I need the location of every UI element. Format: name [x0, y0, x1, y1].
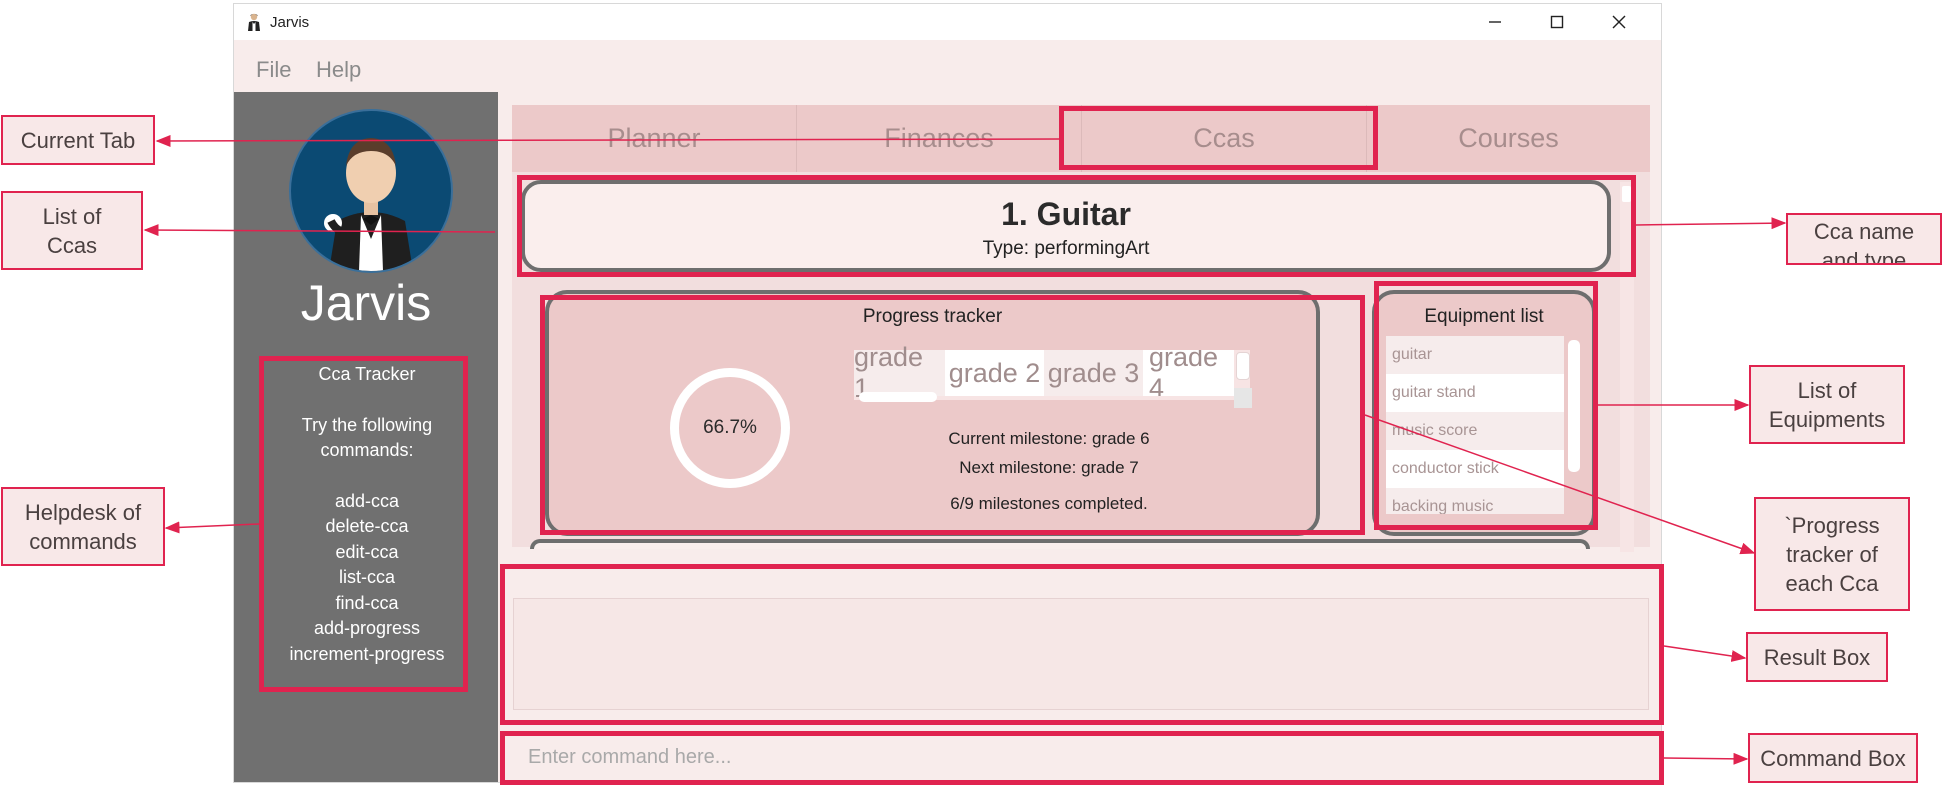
next-cca-card-edge	[530, 539, 1590, 549]
highlight-equipment-list	[1374, 281, 1598, 530]
minimize-button[interactable]	[1464, 4, 1526, 40]
tab-planner[interactable]: Planner	[512, 105, 796, 172]
tab-courses[interactable]: Courses	[1367, 105, 1650, 172]
callout-line: Ccas	[46, 232, 98, 258]
close-icon	[1612, 15, 1626, 29]
callout-line: List of	[1797, 377, 1857, 403]
window-title: Jarvis	[270, 14, 310, 31]
callout-line: Equipments	[1768, 406, 1886, 432]
app-name: Jarvis	[300, 275, 432, 331]
butler-avatar-icon	[324, 138, 413, 271]
highlight-result-box	[500, 564, 1664, 725]
callout-line: tracker of	[1786, 541, 1878, 567]
callout-list-of-ccas: List of Ccas	[1, 191, 143, 270]
callout-result-box: Result Box	[1746, 632, 1888, 682]
maximize-button[interactable]	[1526, 4, 1588, 40]
callout-line: and type	[1821, 248, 1907, 265]
minimize-icon	[1489, 21, 1501, 23]
callout-helpdesk: Helpdesk of commands	[1, 487, 165, 566]
menu-bar: File Help	[234, 40, 1661, 92]
highlight-helpdesk	[259, 356, 468, 692]
menu-help[interactable]: Help	[316, 57, 361, 83]
callout-line: `Progress	[1784, 512, 1880, 538]
tab-finances[interactable]: Finances	[797, 105, 1081, 172]
close-button[interactable]	[1588, 4, 1650, 40]
highlight-command-box	[500, 731, 1664, 785]
butler-icon	[248, 13, 260, 31]
callout-cca-name-type: Cca name and type	[1786, 213, 1942, 265]
callout-list-of-equipments: List of Equipments	[1749, 365, 1905, 444]
callout-line: Helpdesk of	[24, 499, 142, 525]
highlight-progress-tracker	[540, 295, 1365, 535]
callout-line: each Cca	[1785, 570, 1879, 596]
callout-line: commands	[29, 528, 137, 554]
callout-command-box: Command Box	[1748, 733, 1918, 783]
highlight-current-tab	[1059, 106, 1378, 170]
avatar	[289, 109, 453, 273]
maximize-icon	[1550, 15, 1564, 29]
callout-line: List of	[42, 203, 102, 229]
callout-current-tab: Current Tab	[1, 115, 155, 165]
callout-line: Cca name	[1813, 219, 1915, 244]
callout-progress-tracker: `Progress tracker of each Cca	[1754, 497, 1910, 611]
title-bar: Jarvis	[234, 4, 1661, 40]
highlight-cca-header	[517, 175, 1636, 277]
menu-file[interactable]: File	[256, 57, 291, 83]
